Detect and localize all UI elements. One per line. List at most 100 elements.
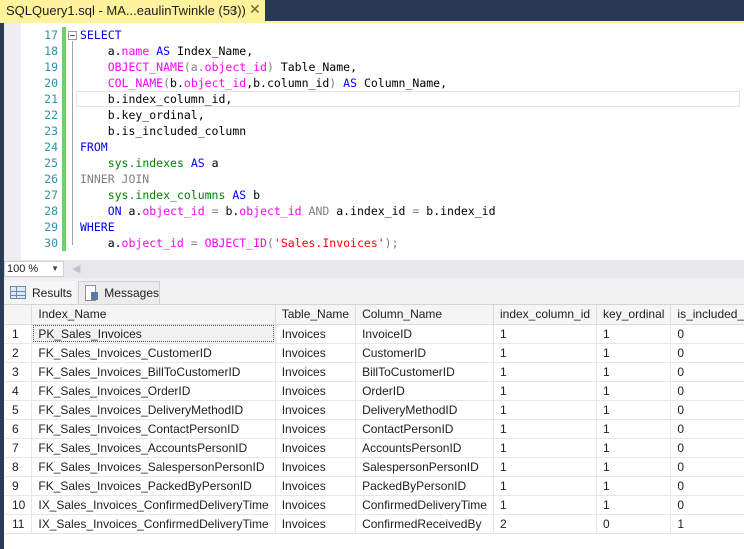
table-cell[interactable]: 1 bbox=[596, 457, 672, 477]
table-cell[interactable]: SalespersonPersonID bbox=[355, 457, 494, 477]
code-line[interactable]: 30 a.object_id = OBJECT_ID('Sales.Invoic… bbox=[4, 235, 744, 251]
table-cell[interactable]: 0 bbox=[670, 419, 744, 439]
table-cell[interactable]: ContactPersonID bbox=[355, 419, 494, 439]
table-cell[interactable]: FK_Sales_Invoices_SalespersonPersonID bbox=[31, 457, 276, 477]
table-cell[interactable]: 1 bbox=[670, 514, 744, 534]
code-line[interactable]: 29 WHERE bbox=[4, 219, 744, 235]
table-cell[interactable]: PackedByPersonID bbox=[355, 476, 494, 496]
table-cell[interactable]: OrderID bbox=[355, 381, 494, 401]
column-header[interactable]: Index_Name bbox=[31, 305, 276, 325]
pin-icon[interactable]: ⊣ bbox=[226, 4, 236, 17]
table-cell[interactable]: 1 bbox=[596, 343, 672, 363]
table-cell[interactable]: FK_Sales_Invoices_DeliveryMethodID bbox=[31, 400, 276, 420]
collapse-icon[interactable] bbox=[68, 31, 77, 40]
row-number[interactable]: 11 bbox=[4, 514, 33, 534]
table-row[interactable]: 3 FK_Sales_Invoices_BillToCustomerID Invoi… bbox=[4, 362, 744, 382]
code-line[interactable]: 24 FROM bbox=[4, 139, 744, 155]
table-cell[interactable]: 0 bbox=[670, 400, 744, 420]
table-cell[interactable]: Invoices bbox=[275, 457, 357, 477]
table-cell[interactable]: 1 bbox=[596, 400, 672, 420]
code-line[interactable]: 20 COL_NAME(b.object_id,b.column_id) AS … bbox=[4, 75, 744, 91]
table-cell[interactable]: BillToCustomerID bbox=[355, 362, 494, 382]
row-number[interactable]: 1 bbox=[4, 324, 33, 344]
table-cell[interactable]: Invoices bbox=[275, 343, 357, 363]
table-cell[interactable]: 2 bbox=[493, 514, 598, 534]
table-cell[interactable]: 1 bbox=[493, 324, 598, 344]
code-line[interactable]: 17 SELECT bbox=[4, 27, 744, 43]
table-cell[interactable]: DeliveryMethodID bbox=[355, 400, 494, 420]
row-number[interactable]: 4 bbox=[4, 381, 33, 401]
table-cell[interactable]: 1 bbox=[493, 400, 598, 420]
row-number[interactable]: 7 bbox=[4, 438, 33, 458]
row-number[interactable]: 5 bbox=[4, 400, 33, 420]
table-cell[interactable]: InvoiceID bbox=[355, 324, 494, 344]
code-line[interactable]: 19 OBJECT_NAME(a.object_id) Table_Name, bbox=[4, 59, 744, 75]
table-cell[interactable]: FK_Sales_Invoices_ContactPersonID bbox=[31, 419, 276, 439]
table-cell[interactable]: 0 bbox=[670, 476, 744, 496]
code-line[interactable]: 23 b.is_included_column bbox=[4, 123, 744, 139]
table-row[interactable]: 5 FK_Sales_Invoices_DeliveryMethodID Invoi… bbox=[4, 400, 744, 420]
table-cell[interactable]: 1 bbox=[493, 362, 598, 382]
table-cell[interactable]: FK_Sales_Invoices_BillToCustomerID bbox=[31, 362, 276, 382]
table-cell[interactable]: ConfirmedReceivedBy bbox=[355, 514, 494, 534]
table-cell[interactable]: 1 bbox=[493, 438, 598, 458]
table-cell[interactable]: PK_Sales_Invoices bbox=[31, 324, 276, 344]
table-cell[interactable]: Invoices bbox=[275, 495, 357, 515]
column-header[interactable]: Table_Name bbox=[275, 305, 357, 325]
row-number[interactable]: 8 bbox=[4, 457, 33, 477]
table-cell[interactable]: FK_Sales_Invoices_PackedByPersonID bbox=[31, 476, 276, 496]
table-cell[interactable]: Invoices bbox=[275, 438, 357, 458]
table-cell[interactable]: 1 bbox=[596, 362, 672, 382]
code-line[interactable]: 18 a.name AS Index_Name, bbox=[4, 43, 744, 59]
table-cell[interactable]: 1 bbox=[493, 381, 598, 401]
table-cell[interactable]: AccountsPersonID bbox=[355, 438, 494, 458]
table-row[interactable]: 4 FK_Sales_Invoices_OrderID Invoices OrderI… bbox=[4, 381, 744, 401]
table-cell[interactable]: CustomerID bbox=[355, 343, 494, 363]
table-cell[interactable]: Invoices bbox=[275, 419, 357, 439]
table-cell[interactable]: Invoices bbox=[275, 400, 357, 420]
table-cell[interactable]: IX_Sales_Invoices_ConfirmedDeliveryTime bbox=[31, 495, 276, 515]
table-cell[interactable]: 1 bbox=[596, 476, 672, 496]
table-cell[interactable]: 1 bbox=[596, 438, 672, 458]
row-number[interactable]: 3 bbox=[4, 362, 33, 382]
table-cell[interactable]: IX_Sales_Invoices_ConfirmedDeliveryTime bbox=[31, 514, 276, 534]
table-cell[interactable]: 0 bbox=[670, 438, 744, 458]
table-cell[interactable]: 0 bbox=[670, 457, 744, 477]
column-header[interactable]: is_included_column bbox=[670, 305, 744, 325]
tab-results[interactable]: Results bbox=[4, 281, 76, 304]
table-cell[interactable]: 1 bbox=[493, 419, 598, 439]
table-row[interactable]: 10 IX_Sales_Invoices_ConfirmedDeliveryTim… bbox=[4, 495, 744, 515]
tab-messages[interactable]: Messages bbox=[78, 281, 160, 304]
table-row[interactable]: 1 PK_Sales_Invoices Invoices InvoiceID 1 1 0 bbox=[4, 324, 744, 344]
table-cell[interactable]: ConfirmedDeliveryTime bbox=[355, 495, 494, 515]
results-grid[interactable]: Index_Name Table_Name Column_Name index_… bbox=[4, 304, 744, 549]
table-cell[interactable]: 0 bbox=[670, 495, 744, 515]
table-cell[interactable]: 0 bbox=[670, 381, 744, 401]
table-cell[interactable]: 1 bbox=[493, 343, 598, 363]
table-cell[interactable]: 0 bbox=[670, 324, 744, 344]
code-line[interactable]: 28 ON a.object_id = b.object_id AND a.in… bbox=[4, 203, 744, 219]
table-cell[interactable]: 0 bbox=[670, 343, 744, 363]
code-line[interactable]: 22 b.key_ordinal, bbox=[4, 107, 744, 123]
column-header[interactable]: index_column_id bbox=[493, 305, 598, 325]
column-header[interactable]: key_ordinal bbox=[596, 305, 672, 325]
table-cell[interactable]: FK_Sales_Invoices_AccountsPersonID bbox=[31, 438, 276, 458]
row-number[interactable]: 6 bbox=[4, 419, 33, 439]
table-cell[interactable]: FK_Sales_Invoices_OrderID bbox=[31, 381, 276, 401]
table-cell[interactable]: Invoices bbox=[275, 476, 357, 496]
table-cell[interactable]: 1 bbox=[493, 457, 598, 477]
row-number[interactable]: 10 bbox=[4, 495, 33, 515]
table-row[interactable]: 11 IX_Sales_Invoices_ConfirmedDeliveryTim… bbox=[4, 514, 744, 534]
close-icon[interactable]: ✕ bbox=[249, 1, 261, 18]
table-cell[interactable]: 1 bbox=[596, 495, 672, 515]
table-cell[interactable]: Invoices bbox=[275, 324, 357, 344]
table-cell[interactable]: Invoices bbox=[275, 381, 357, 401]
zoom-dropdown[interactable]: 100 % ▼ bbox=[4, 261, 64, 277]
code-line[interactable]: 27 sys.index_columns AS b bbox=[4, 187, 744, 203]
row-number[interactable]: 2 bbox=[4, 343, 33, 363]
row-number-header[interactable] bbox=[4, 305, 33, 325]
code-line[interactable]: 25 sys.indexes AS a bbox=[4, 155, 744, 171]
table-row[interactable]: 7 FK_Sales_Invoices_AccountsPersonID Invoi… bbox=[4, 438, 744, 458]
table-cell[interactable]: 1 bbox=[596, 381, 672, 401]
table-row[interactable]: 9 FK_Sales_Invoices_PackedByPersonID Invoi… bbox=[4, 476, 744, 496]
